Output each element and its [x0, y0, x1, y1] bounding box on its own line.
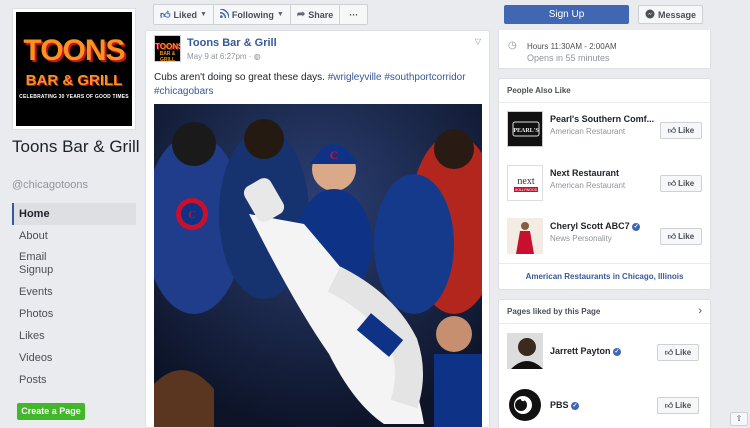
chevron-right-icon[interactable]: ›	[698, 305, 702, 317]
post-text: Cubs aren't doing so great these days. #…	[154, 72, 466, 97]
svg-text:C: C	[330, 148, 339, 162]
hours-card: ◷ Hours 11:30AM - 2:00AM Opens in 55 min…	[498, 30, 711, 69]
nav-item-home[interactable]: Home	[12, 203, 136, 225]
nav-item-posts[interactable]: Posts	[12, 369, 136, 391]
left-column: TOONS BAR & GRILL CELEBRATING 30 YEARS O…	[0, 0, 150, 428]
nav-item-events[interactable]: Events	[12, 281, 136, 303]
page-nav: Home About Email Signup Events Photos Li…	[12, 203, 136, 391]
thumbs-up-icon: 👍︎	[667, 178, 677, 188]
sign-up-button[interactable]: Sign Up	[504, 5, 629, 24]
share-button[interactable]: ➦ Share	[289, 4, 341, 25]
divider	[499, 263, 710, 264]
like-button[interactable]: 👍︎ Like	[660, 175, 702, 192]
like-button[interactable]: 👍︎ Like	[660, 122, 702, 139]
more-options-button[interactable]: ···	[339, 4, 369, 25]
svg-text:next: next	[517, 176, 534, 187]
page-action-bar: 👍︎ Liked ▼ Following ▼ ➦ Share ···	[153, 4, 369, 25]
toons-logo: TOONS BAR & GRILL CELEBRATING 30 YEARS O…	[16, 12, 132, 126]
post-photo[interactable]: C C	[154, 104, 482, 427]
suggestion-name[interactable]: Cheryl Scott ABC7 ✓	[550, 221, 641, 231]
page-profile-picture[interactable]: TOONS BAR & GRILL CELEBRATING 30 YEARS O…	[12, 8, 136, 130]
liked-page-name[interactable]: PBS ✓	[550, 400, 580, 410]
cubs-fans-photo: C C	[154, 104, 482, 427]
cheryl-scott-photo	[507, 218, 543, 254]
following-button[interactable]: Following ▼	[212, 4, 291, 25]
nav-item-email-signup[interactable]: Email Signup	[12, 247, 72, 281]
suggestion-category: American Restaurant	[550, 127, 626, 136]
see-more-link[interactable]: American Restaurants in Chicago, Illinoi…	[499, 272, 710, 281]
liked-button[interactable]: 👍︎ Liked ▼	[153, 4, 214, 25]
page-handle[interactable]: @chicagotoons	[12, 179, 88, 191]
scroll-to-top-icon[interactable]: ⇧	[730, 412, 748, 426]
message-button[interactable]: Message	[638, 5, 703, 24]
thumbs-up-icon: 👍︎	[664, 347, 674, 357]
page-title[interactable]: Toons Bar & Grill	[12, 137, 142, 157]
nav-item-likes[interactable]: Likes	[12, 325, 136, 347]
suggestion-name[interactable]: Pearl's Southern Comf...	[550, 114, 654, 124]
thumbs-up-icon: 👍︎	[667, 125, 677, 135]
nav-item-about[interactable]: About	[12, 225, 136, 247]
nav-item-videos[interactable]: Videos	[12, 347, 136, 369]
hashtag-link[interactable]: #chicagobars	[154, 86, 213, 97]
svg-text:C: C	[188, 210, 195, 221]
pearls-logo: PEARL'S	[507, 111, 543, 147]
suggestion-category: American Restaurant	[550, 181, 626, 190]
suggestion-category: News Personality	[550, 234, 612, 243]
like-button[interactable]: 👍︎ Like	[657, 344, 699, 361]
messenger-icon	[645, 9, 655, 21]
create-page-button[interactable]: Create a Page	[17, 403, 85, 420]
caret-down-icon: ▼	[199, 11, 207, 18]
suggestion-name[interactable]: Next Restaurant	[550, 168, 619, 178]
clock-icon: ◷	[508, 40, 517, 51]
post-author-avatar[interactable]: TOONS BAR & GRILL	[154, 35, 181, 62]
nav-item-photos[interactable]: Photos	[12, 303, 136, 325]
pbs-logo	[507, 387, 543, 423]
timeline-post: TOONS BAR & GRILL Toons Bar & Grill May …	[145, 30, 490, 428]
share-arrow-icon: ➦	[296, 9, 306, 20]
next-restaurant-logo: next HOLLYWOOD	[507, 165, 543, 201]
hashtag-link[interactable]: #wrigleyville	[328, 72, 382, 83]
post-timestamp[interactable]: May 9 at 6:27pm · ◍	[187, 52, 261, 61]
like-button[interactable]: 👍︎ Like	[660, 228, 702, 245]
people-also-like-card: People Also Like PEARL'S Pearl's Souther…	[498, 78, 711, 290]
liked-page-name[interactable]: Jarrett Payton ✓	[550, 346, 622, 356]
like-button[interactable]: 👍︎ Like	[657, 397, 699, 414]
card-title: People Also Like	[499, 79, 710, 103]
post-author-name[interactable]: Toons Bar & Grill	[187, 37, 277, 49]
card-title: Pages liked by this Page	[499, 300, 710, 324]
logo-tagline: CELEBRATING 30 YEARS OF GOOD TIMES	[19, 94, 129, 100]
thumbs-up-icon: 👍︎	[667, 231, 677, 241]
globe-icon: ◍	[253, 52, 261, 61]
jarrett-payton-photo	[507, 333, 543, 369]
hashtag-link[interactable]: #southportcorridor	[384, 72, 465, 83]
svg-text:HOLLYWOOD: HOLLYWOOD	[515, 188, 538, 192]
verified-badge-icon: ✓	[632, 222, 641, 231]
verified-badge-icon: ✓	[613, 347, 622, 356]
rss-icon	[219, 7, 230, 21]
pages-liked-card: Pages liked by this Page › Jarrett Payto…	[498, 299, 711, 428]
hours-text: Hours 11:30AM - 2:00AM	[527, 42, 617, 51]
opens-text: Opens in 55 minutes	[527, 53, 610, 63]
logo-subtitle: BAR & GRILL	[25, 72, 123, 89]
logo-title: TOONS	[23, 34, 125, 67]
post-options-chevron-icon[interactable]: ▽	[475, 37, 481, 46]
caret-down-icon: ▼	[276, 11, 284, 18]
svg-text:PEARL'S: PEARL'S	[513, 128, 539, 134]
thumbs-up-icon: 👍︎	[664, 400, 674, 410]
thumbs-up-icon: 👍︎	[160, 9, 171, 21]
verified-badge-icon: ✓	[571, 401, 580, 410]
